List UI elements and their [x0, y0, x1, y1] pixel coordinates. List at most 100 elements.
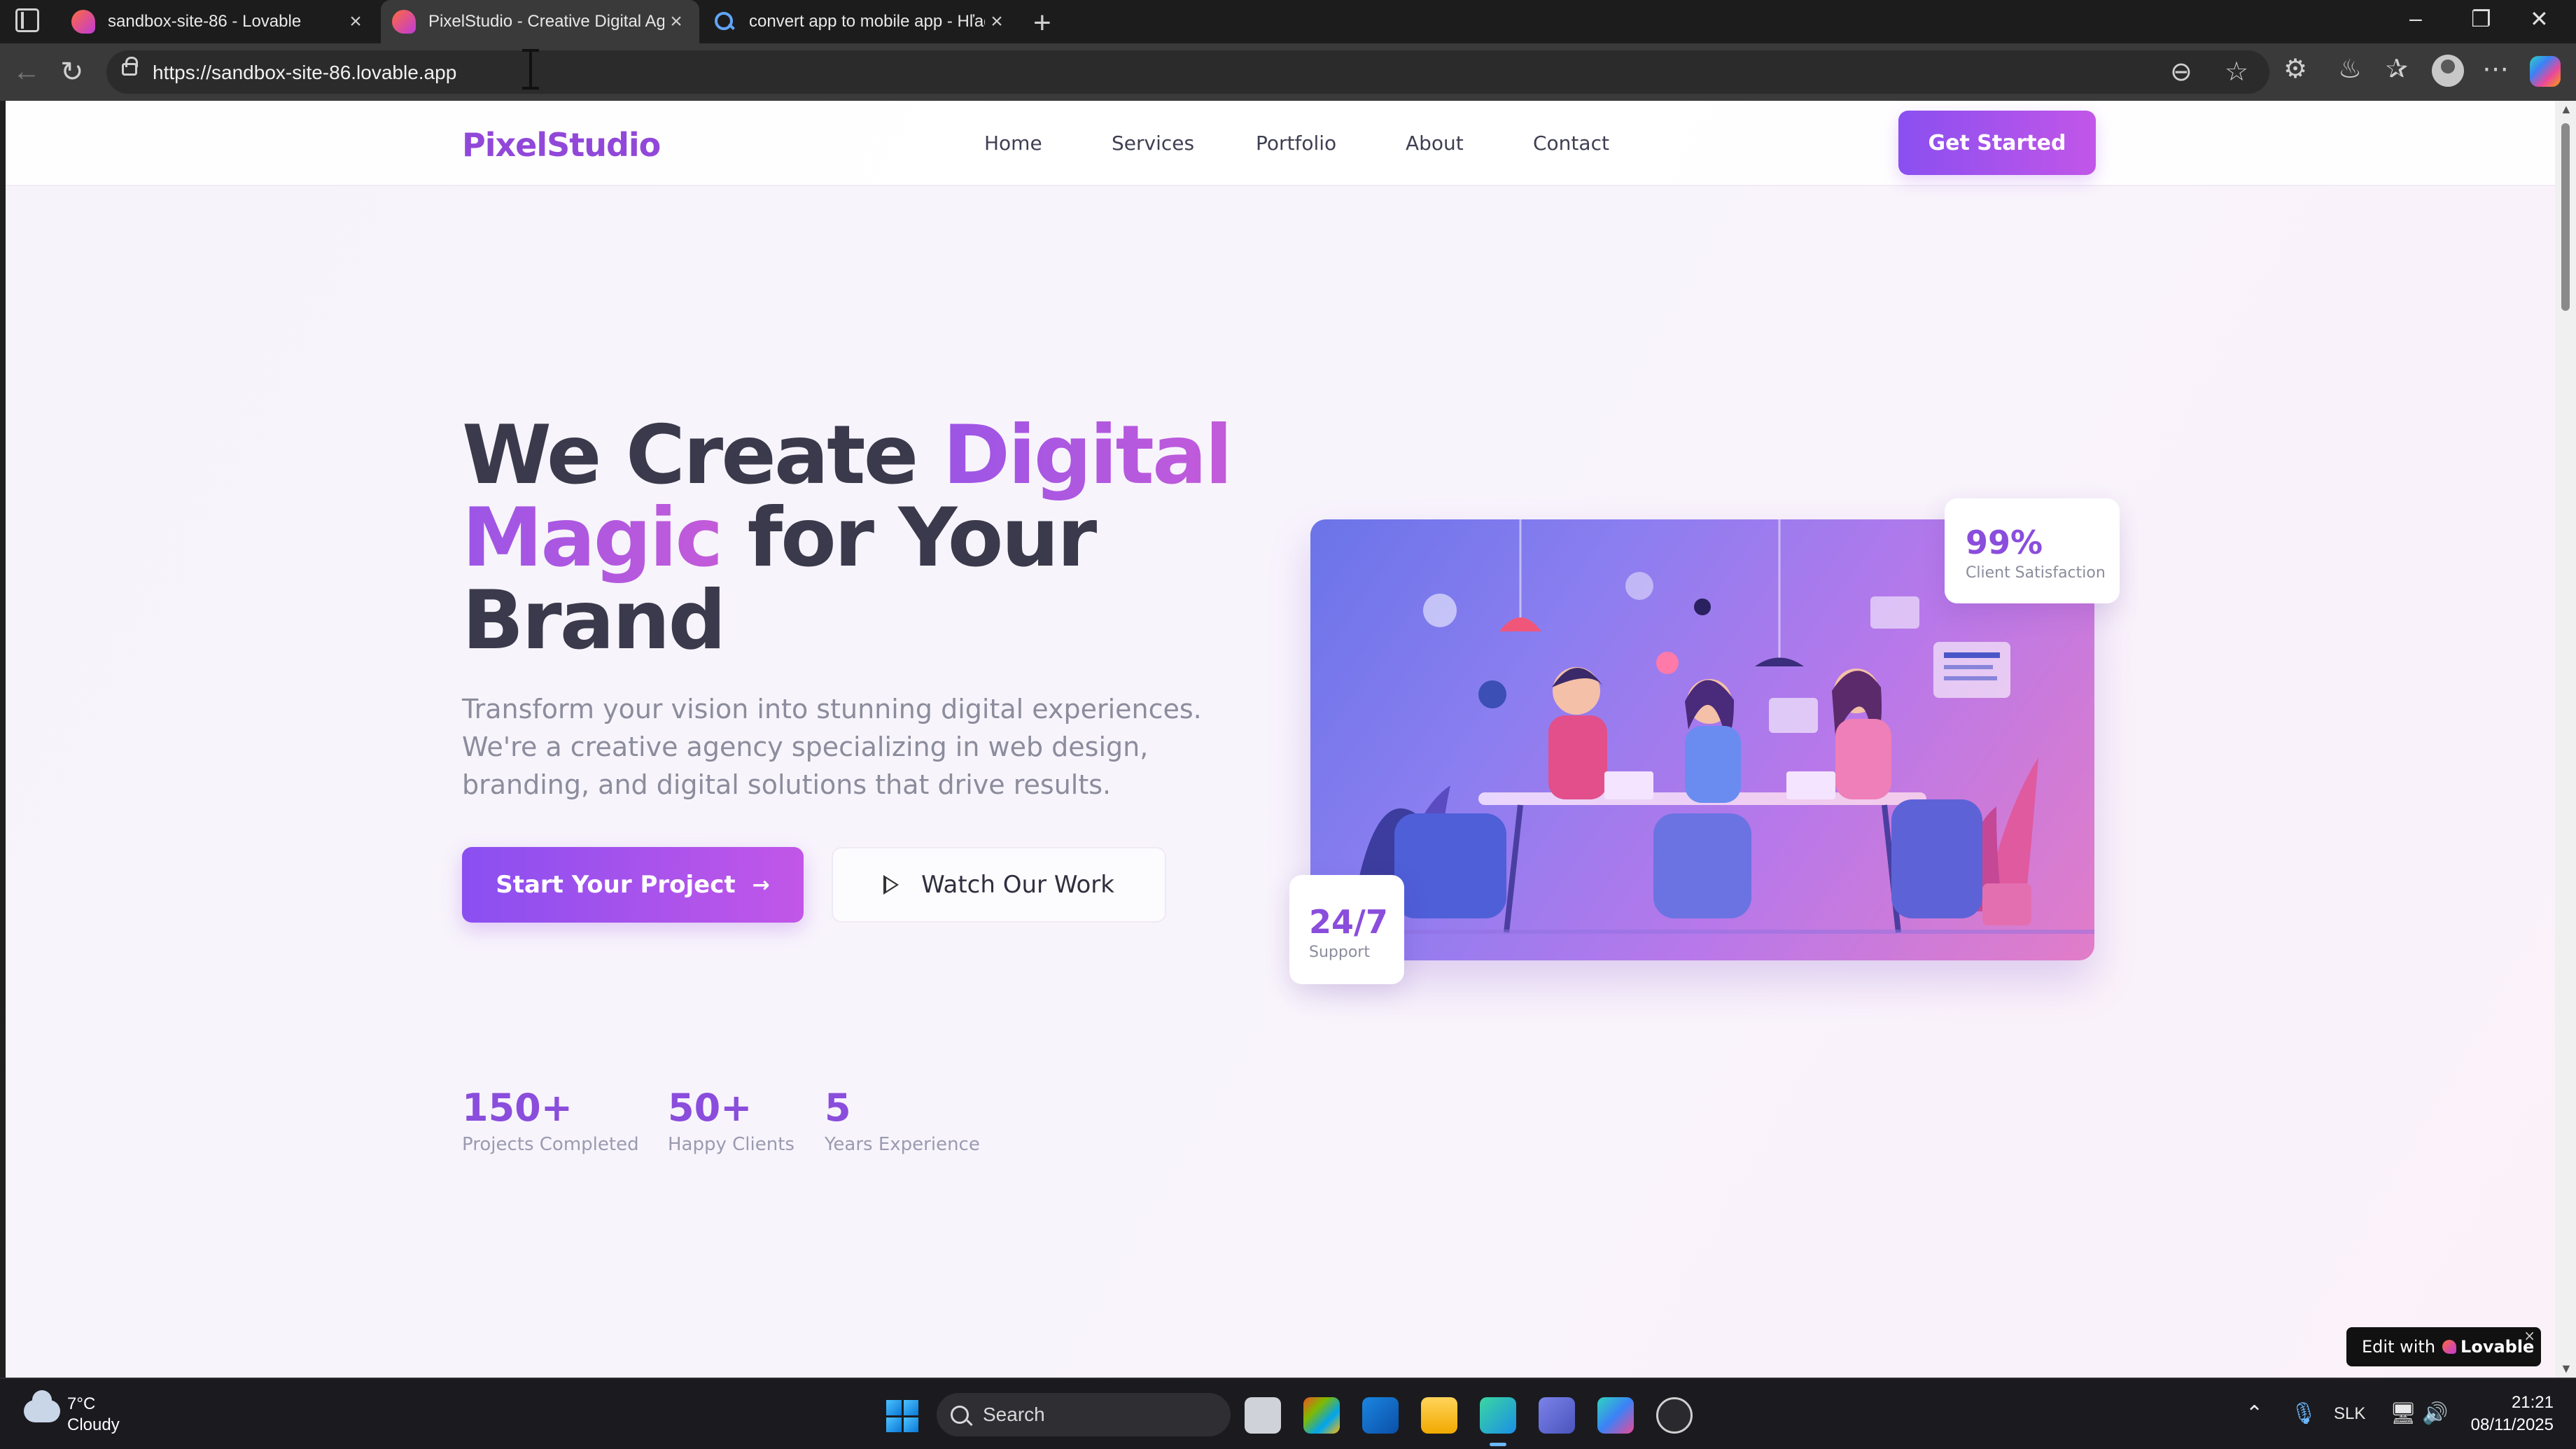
clock-date: 08/11/2025	[2470, 1415, 2554, 1434]
close-icon[interactable]: ×	[985, 10, 1009, 34]
site-logo[interactable]: PixelStudio	[462, 126, 661, 164]
nav-contact[interactable]: Contact	[1533, 132, 1609, 155]
support-value: 24/7	[1309, 903, 1388, 941]
browser-tab-strip: sandbox-site-86 - Lovable × PixelStudio …	[0, 0, 2576, 43]
lovable-icon	[2442, 1340, 2457, 1354]
taskbar-search[interactable]: Search	[937, 1393, 1231, 1436]
profile-avatar[interactable]	[2432, 55, 2464, 87]
tab-search[interactable]: convert app to mobile app - Hľad ×	[701, 0, 1020, 43]
minimize-button[interactable]: –	[2409, 6, 2422, 31]
tab-title: PixelStudio - Creative Digital Age	[428, 12, 664, 31]
hero-title-highlight: Digital	[942, 408, 1233, 503]
network-icon[interactable]: 🖥	[2390, 1401, 2416, 1426]
arrow-right-icon: →	[752, 872, 770, 897]
support-badge: 24/7 Support	[1289, 875, 1404, 984]
copilot-icon[interactable]	[2530, 56, 2561, 87]
reload-icon[interactable]: ↻	[60, 56, 84, 88]
stat-clients: 50+ Happy Clients	[668, 1086, 794, 1156]
hero-title-highlight: Magic	[462, 491, 723, 585]
lovable-icon	[392, 10, 416, 34]
stat-label: Years Experience	[825, 1134, 980, 1155]
stat-projects: 150+ Projects Completed	[462, 1086, 639, 1156]
lovable-icon	[71, 10, 95, 34]
read-aloud-icon[interactable]: ⊖	[2170, 56, 2192, 88]
edit-with-label: Edit with	[2362, 1337, 2436, 1357]
microphone-icon[interactable]: 🎙	[2290, 1401, 2317, 1426]
store-icon[interactable]	[1303, 1397, 1340, 1434]
start-project-label: Start Your Project	[496, 871, 736, 899]
weather-desc[interactable]: Cloudy	[67, 1415, 120, 1435]
windows-taskbar: 7°C Cloudy Search ⌃ 🎙 SLK 🖥 🔊 21:21 08/1…	[0, 1378, 2576, 1449]
windows-start-icon[interactable]	[886, 1400, 918, 1432]
web-page-viewport: PixelStudio Home Services Portfolio Abou…	[6, 101, 2555, 1378]
satisfaction-value: 99%	[1966, 524, 2043, 561]
favorite-star-icon[interactable]: ☆	[2225, 56, 2248, 88]
more-menu-icon[interactable]: ⋯	[2482, 53, 2509, 85]
get-started-button[interactable]: Get Started	[1898, 111, 2096, 175]
taskbar-clock[interactable]: 21:21 08/11/2025	[2456, 1392, 2554, 1436]
close-icon[interactable]: ×	[2524, 1327, 2535, 1344]
chatgpt-icon[interactable]	[1656, 1397, 1693, 1434]
lock-icon[interactable]	[122, 57, 138, 76]
search-icon	[713, 10, 736, 34]
weather-temp[interactable]: 7°C	[67, 1394, 95, 1414]
support-label: Support	[1309, 944, 1370, 961]
stat-years: 5 Years Experience	[825, 1086, 980, 1156]
edge-icon[interactable]	[1480, 1397, 1516, 1446]
close-icon[interactable]: ×	[344, 10, 368, 34]
teams-icon[interactable]	[1539, 1397, 1575, 1434]
performance-icon[interactable]: ♨	[2338, 53, 2362, 85]
address-bar[interactable]: https://sandbox-site-86.lovable.app ⊖ ☆	[106, 50, 2269, 94]
tab-title: sandbox-site-86 - Lovable	[108, 12, 302, 31]
m365-copilot-icon[interactable]	[1597, 1397, 1634, 1434]
stat-label: Projects Completed	[462, 1134, 639, 1155]
stat-value: 150+	[462, 1086, 573, 1130]
satisfaction-label: Client Satisfaction	[1966, 564, 2106, 582]
nav-services[interactable]: Services	[1112, 132, 1194, 155]
nav-home[interactable]: Home	[984, 132, 1042, 155]
page-scrollbar[interactable]: ▲ ▼	[2555, 101, 2576, 1378]
scroll-up-icon[interactable]: ▲	[2560, 102, 2572, 117]
language-indicator[interactable]: SLK	[2334, 1404, 2365, 1424]
favorites-icon[interactable]: ✰	[2386, 53, 2408, 85]
tab-pixelstudio[interactable]: PixelStudio - Creative Digital Age ×	[381, 0, 699, 43]
watch-work-label: Watch Our Work	[921, 871, 1114, 899]
watch-work-button[interactable]: Watch Our Work	[832, 847, 1166, 923]
text-cursor-icon	[522, 49, 539, 90]
volume-icon[interactable]: 🔊	[2422, 1401, 2448, 1426]
back-icon[interactable]: ←	[13, 56, 41, 88]
stat-label: Happy Clients	[668, 1134, 794, 1155]
tab-actions-icon[interactable]	[15, 8, 39, 32]
close-icon[interactable]: ×	[664, 10, 688, 34]
nav-portfolio[interactable]: Portfolio	[1256, 132, 1336, 155]
tab-title: convert app to mobile app - Hľad	[749, 12, 985, 31]
search-icon	[951, 1406, 969, 1424]
taskbar-search-label: Search	[983, 1404, 1045, 1425]
stat-value: 50+	[668, 1086, 752, 1130]
cloud-icon[interactable]	[24, 1390, 60, 1422]
satisfaction-badge: 99% Client Satisfaction	[1945, 498, 2120, 603]
nav-about[interactable]: About	[1406, 132, 1464, 155]
browser-toolbar: ← ↻ https://sandbox-site-86.lovable.app …	[0, 43, 2576, 101]
scrollbar-thumb[interactable]	[2561, 123, 2570, 311]
tab-lovable-editor[interactable]: sandbox-site-86 - Lovable ×	[60, 0, 379, 43]
site-header: PixelStudio Home Services Portfolio Abou…	[6, 101, 2555, 186]
hero-description: Transform your vision into stunning digi…	[462, 694, 1202, 800]
extensions-icon[interactable]: ⚙	[2283, 53, 2307, 85]
new-tab-button[interactable]: +	[1033, 6, 1051, 41]
task-view-icon[interactable]	[1245, 1397, 1281, 1434]
play-icon	[883, 875, 899, 895]
stat-value: 5	[825, 1086, 851, 1130]
clock-time: 21:21	[2511, 1393, 2554, 1412]
hero-title: We Create Digital Magic for Your Brand	[462, 414, 1233, 662]
hero-title-part1: We Create	[462, 408, 943, 503]
chevron-up-icon[interactable]: ⌃	[2246, 1401, 2263, 1426]
edit-with-lovable-button[interactable]: Edit with Lovable ×	[2346, 1327, 2541, 1366]
file-explorer-icon[interactable]	[1421, 1397, 1457, 1434]
url-text[interactable]: https://sandbox-site-86.lovable.app	[153, 62, 456, 84]
start-project-button[interactable]: Start Your Project →	[462, 847, 804, 923]
scroll-down-icon[interactable]: ▼	[2560, 1362, 2572, 1376]
close-window-button[interactable]: ✕	[2530, 6, 2549, 32]
restore-button[interactable]: ❐	[2471, 6, 2491, 32]
outlook-icon[interactable]	[1362, 1397, 1399, 1434]
